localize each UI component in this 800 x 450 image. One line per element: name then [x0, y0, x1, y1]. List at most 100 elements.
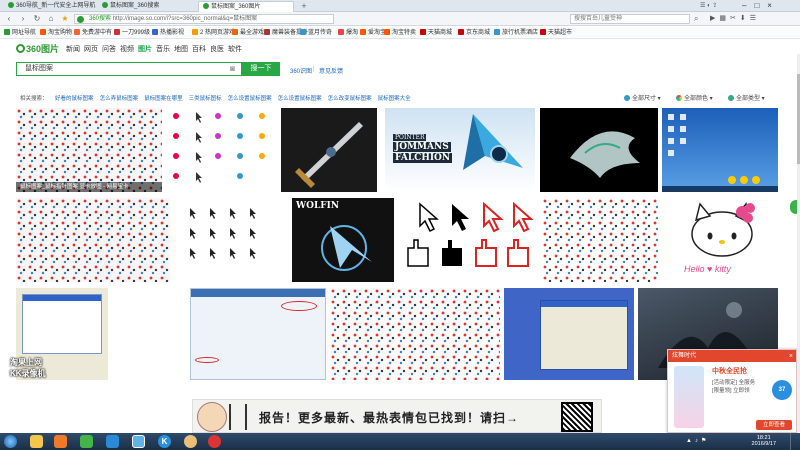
- skin-icon[interactable]: ◐: [707, 3, 711, 9]
- new-tab-button[interactable]: +: [298, 1, 310, 12]
- home-button[interactable]: ⌂: [46, 14, 56, 24]
- toolbar-extensions: ▶▦✂⬇☰: [710, 14, 796, 24]
- recorder-icon[interactable]: [208, 435, 221, 448]
- download-icon[interactable]: ⬇: [740, 15, 750, 22]
- back-button[interactable]: ‹: [4, 14, 14, 24]
- favorite-item[interactable]: 京东商城: [458, 29, 490, 37]
- search-button[interactable]: 搜一下: [242, 62, 280, 76]
- favorite-item[interactable]: 免费游中有: [74, 29, 112, 37]
- result-thumb[interactable]: POINTER JOMMANS FALCHION: [385, 108, 535, 192]
- filter-type[interactable]: 全部类型 ▾: [728, 93, 765, 102]
- nav-link[interactable]: 视频: [120, 44, 134, 54]
- float-ball-icon[interactable]: 37: [772, 380, 792, 400]
- result-thumb[interactable]: [16, 198, 170, 282]
- grid-icon[interactable]: ▦: [719, 15, 730, 22]
- avatar-icon[interactable]: [184, 435, 197, 448]
- related-search-link[interactable]: 三类鼠标图标: [189, 96, 222, 102]
- browser-search-input[interactable]: 搜搜百岳儿童受神: [570, 14, 690, 24]
- play-icon[interactable]: ▶: [710, 15, 719, 22]
- favorite-icon: [494, 29, 500, 35]
- site-logo[interactable]: 360图片: [16, 42, 59, 55]
- nav-link[interactable]: 地图: [174, 44, 188, 54]
- favorite-item[interactable]: 天猫超市: [540, 29, 572, 37]
- media-icon[interactable]: [54, 435, 67, 448]
- result-thumb[interactable]: [184, 204, 274, 276]
- feedback-link[interactable]: 意见反馈: [319, 66, 343, 75]
- share-icon[interactable]: ⇪: [712, 3, 717, 9]
- nav-link[interactable]: 音乐: [156, 44, 170, 54]
- settings-icon[interactable]: ☰: [750, 15, 760, 22]
- promo-close-button[interactable]: ×: [789, 351, 793, 363]
- image-search-input[interactable]: 鼠标图案: [16, 62, 242, 76]
- clock[interactable]: 18:21 2016/9/17: [752, 435, 776, 447]
- favorite-item[interactable]: 热播影视: [152, 29, 184, 37]
- show-desktop-button[interactable]: [790, 433, 800, 450]
- tab-360-image[interactable]: 鼠标图案_360图片: [198, 1, 294, 12]
- result-thumb[interactable]: [166, 108, 276, 192]
- cut-icon[interactable]: ✂: [730, 15, 740, 22]
- related-search-link[interactable]: 怎么设置鼠标图案: [228, 96, 272, 102]
- favorite-item[interactable]: 蓝月传奇: [300, 29, 332, 37]
- favorite-item[interactable]: 爱淘宝: [360, 29, 386, 37]
- minimize-button[interactable]: –: [742, 1, 746, 10]
- search-icon[interactable]: ⌕: [694, 14, 704, 24]
- result-thumb[interactable]: [662, 108, 778, 192]
- tab-360-search[interactable]: 鼠标图案_360搜索: [98, 1, 194, 12]
- refresh-button[interactable]: ↻: [32, 14, 42, 24]
- nav-link[interactable]: 良医: [210, 44, 224, 54]
- favorite-item[interactable]: 最全游戏: [232, 29, 264, 37]
- result-thumb[interactable]: [330, 288, 500, 380]
- tab-favicon-icon: [102, 2, 108, 8]
- favorite-item[interactable]: 淘宝特卖: [384, 29, 416, 37]
- start-icon[interactable]: [4, 435, 17, 448]
- chrome-icon[interactable]: [132, 435, 145, 448]
- result-thumb[interactable]: [540, 108, 658, 192]
- network-icon[interactable]: ▲: [686, 438, 695, 444]
- favorite-item[interactable]: 2 热网页游戏: [192, 29, 235, 37]
- favorite-item[interactable]: 天猫商城: [420, 29, 452, 37]
- tab-360-nav[interactable]: 360导航_新一代安全上网导航: [4, 1, 96, 12]
- favorite-item[interactable]: 网址导航: [4, 29, 36, 37]
- favorite-item[interactable]: 淘宝购物: [40, 29, 72, 37]
- promo-cta-button[interactable]: 立即查看: [756, 420, 792, 430]
- result-thumb[interactable]: Hello ♥ kitty: [666, 198, 782, 282]
- url-field[interactable]: 360搜索 http://image.so.com/i?src=360pic_n…: [74, 14, 334, 24]
- result-thumb[interactable]: [398, 198, 536, 282]
- kk-icon[interactable]: K: [158, 435, 171, 448]
- related-search-link[interactable]: 鼠标图案大全: [378, 96, 411, 102]
- related-search-link[interactable]: 怎么设置鼠标图案: [278, 96, 322, 102]
- result-thumb[interactable]: WOLFIN: [292, 198, 394, 282]
- camera-icon[interactable]: ◙: [228, 64, 237, 73]
- ie-icon[interactable]: [106, 435, 119, 448]
- related-search-link[interactable]: 鼠标图案在哪里: [144, 96, 183, 102]
- nav-link[interactable]: 软件: [228, 44, 242, 54]
- filter-color[interactable]: 全部颜色 ▾: [676, 93, 713, 102]
- close-button[interactable]: ×: [767, 1, 772, 10]
- forward-button[interactable]: ›: [18, 14, 28, 24]
- result-thumb[interactable]: [190, 288, 326, 380]
- nav-link[interactable]: 图片: [138, 44, 152, 54]
- flag-icon[interactable]: ⚑: [701, 438, 709, 444]
- result-thumb[interactable]: [504, 288, 634, 380]
- favorite-item[interactable]: 爆淘: [338, 29, 358, 37]
- nav-link[interactable]: 百科: [192, 44, 206, 54]
- menu-icon[interactable]: ☰: [700, 3, 705, 9]
- favorite-item[interactable]: 一刀999级: [114, 29, 150, 37]
- bottom-banner[interactable]: 报告！更多最新、最热表情包已找到！请扫→: [192, 399, 602, 433]
- related-search-link[interactable]: 好看的鼠标图案: [55, 96, 94, 102]
- shitu-link[interactable]: 360识图: [290, 66, 312, 75]
- favorite-item[interactable]: 旅行机票酒店: [494, 29, 538, 37]
- related-search-link[interactable]: 怎么弄鼠标图案: [100, 96, 139, 102]
- nav-link[interactable]: 网页: [84, 44, 98, 54]
- folder-icon[interactable]: [30, 435, 43, 448]
- result-thumb[interactable]: [281, 108, 377, 192]
- filter-size[interactable]: 全部尺寸 ▾: [624, 93, 661, 102]
- result-thumb[interactable]: 鼠标图案_鼠标指针图案 显卡放图 - 网易宝卡: [16, 108, 162, 192]
- related-search-link[interactable]: 怎么改变鼠标图案: [328, 96, 372, 102]
- nav-link[interactable]: 问答: [102, 44, 116, 54]
- nav-link[interactable]: 新闻: [66, 44, 80, 54]
- result-thumb[interactable]: [542, 198, 658, 282]
- star-icon[interactable]: ★: [60, 14, 70, 24]
- qq-icon[interactable]: [80, 435, 93, 448]
- maximize-button[interactable]: □: [754, 1, 759, 10]
